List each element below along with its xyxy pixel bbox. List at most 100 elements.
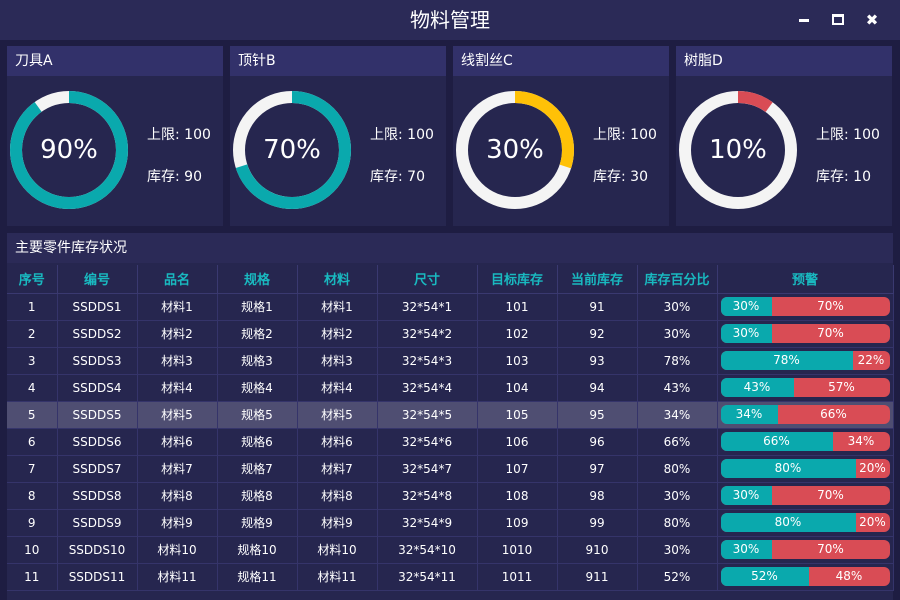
- ring-percent: 90%: [40, 135, 98, 165]
- column-header[interactable]: 材料: [297, 265, 378, 294]
- cell-name: 材料7: [137, 455, 218, 483]
- cell-current: 98: [557, 482, 638, 510]
- minimize-button[interactable]: [792, 8, 816, 32]
- column-header[interactable]: 预警: [717, 265, 894, 294]
- card-title: 顶针B: [230, 46, 446, 76]
- cell-target: 109: [477, 509, 558, 537]
- cell-material: 材料4: [297, 374, 378, 402]
- warning-bar: 52% 48%: [720, 567, 890, 586]
- column-header[interactable]: 当前库存: [557, 265, 638, 294]
- cell-current: 95: [557, 401, 638, 429]
- cell-name: 材料4: [137, 374, 218, 402]
- cell-no: 7: [7, 455, 58, 483]
- cell-warning: 80% 20%: [717, 509, 894, 537]
- ring-gauge: 30%: [453, 88, 577, 212]
- column-header[interactable]: 尺寸: [377, 265, 478, 294]
- limit-value: 上限: 100: [370, 127, 434, 143]
- cell-no: 2: [7, 320, 58, 348]
- cell-code: SSDDS6: [57, 428, 138, 456]
- table-row[interactable]: 3 SSDDS3 材料3 规格3 材料3 32*54*3 103 93 78% 78% 22%: [7, 347, 894, 375]
- cell-pct: 52%: [637, 563, 718, 591]
- table-row[interactable]: 10 SSDDS10 材料10 规格10 材料10 32*54*10 1010 910 30% 3…: [7, 536, 894, 564]
- stock-card-3: 线割丝C 30% 上限: 100 库存: 30: [453, 46, 669, 226]
- warning-bar: 30% 70%: [720, 297, 890, 316]
- table-header-row: 序号 编号 品名 规格 材料 尺寸 目标库存 当前库存 库存百分比 预警: [7, 265, 894, 294]
- cell-name: 材料8: [137, 482, 218, 510]
- cell-warning: 30% 70%: [717, 536, 894, 564]
- warning-stock-label: 52%: [751, 569, 778, 583]
- cell-current: 96: [557, 428, 638, 456]
- table-row[interactable]: 1 SSDDS1 材料1 规格1 材料1 32*54*1 101 91 30% 30% 70%: [7, 293, 894, 321]
- table-title: 主要零件库存状况: [7, 233, 893, 263]
- cell-no: 1: [7, 293, 58, 321]
- limit-value: 上限: 100: [816, 127, 880, 143]
- column-header[interactable]: 目标库存: [477, 265, 558, 294]
- table-row[interactable]: 6 SSDDS6 材料6 规格6 材料6 32*54*6 106 96 66% 66% 34%: [7, 428, 894, 456]
- warning-stock-label: 34%: [735, 407, 763, 421]
- stock-value: 库存: 10: [816, 169, 871, 185]
- warning-shortage-label: 70%: [817, 488, 844, 502]
- cell-no: 9: [7, 509, 58, 537]
- cell-current: 92: [557, 320, 638, 348]
- cell-target: 103: [477, 347, 558, 375]
- card-title: 线割丝C: [453, 46, 669, 76]
- warning-bar: 78% 22%: [720, 351, 890, 370]
- cell-warning: 52% 48%: [717, 563, 894, 591]
- warning-stock-label: 30%: [732, 542, 760, 556]
- warning-shortage-label: 70%: [817, 326, 844, 340]
- warning-shortage-label: 57%: [828, 380, 855, 394]
- column-header[interactable]: 品名: [137, 265, 218, 294]
- cell-material: 材料3: [297, 347, 378, 375]
- table-row[interactable]: 2 SSDDS2 材料2 规格2 材料2 32*54*2 102 92 30% 30% 70%: [7, 320, 894, 348]
- cell-material: 材料6: [297, 428, 378, 456]
- ring-gauge: 70%: [230, 88, 354, 212]
- cell-size: 32*54*2: [377, 320, 478, 348]
- column-header[interactable]: 规格: [217, 265, 298, 294]
- column-header[interactable]: 库存百分比: [637, 265, 718, 294]
- close-button[interactable]: ✖: [860, 8, 884, 32]
- cell-no: 8: [7, 482, 58, 510]
- cell-material: 材料10: [297, 536, 378, 564]
- cell-code: SSDDS11: [57, 563, 138, 591]
- warning-shortage-label: 20%: [859, 515, 886, 529]
- cell-size: 32*54*7: [377, 455, 478, 483]
- cell-spec: 规格10: [217, 536, 298, 564]
- cell-material: 材料9: [297, 509, 378, 537]
- cell-pct: 78%: [637, 347, 718, 375]
- warning-stock-label: 43%: [743, 380, 771, 394]
- cell-spec: 规格9: [217, 509, 298, 537]
- minimize-icon: [799, 19, 809, 22]
- cell-pct: 30%: [637, 536, 718, 564]
- cell-target: 105: [477, 401, 558, 429]
- warning-stock-label: 80%: [774, 515, 802, 529]
- table-row[interactable]: 4 SSDDS4 材料4 规格4 材料4 32*54*4 104 94 43% 43% 57%: [7, 374, 894, 402]
- cell-name: 材料2: [137, 320, 218, 348]
- cell-current: 93: [557, 347, 638, 375]
- cell-warning: 30% 70%: [717, 293, 894, 321]
- table-row[interactable]: 11 SSDDS11 材料11 规格11 材料11 32*54*11 1011 911 52% 5…: [7, 563, 894, 591]
- warning-shortage-label: 70%: [817, 299, 844, 313]
- table-row[interactable]: 7 SSDDS7 材料7 规格7 材料7 32*54*7 107 97 80% 80% 20%: [7, 455, 894, 483]
- cell-pct: 34%: [637, 401, 718, 429]
- column-header[interactable]: 编号: [57, 265, 138, 294]
- cell-material: 材料7: [297, 455, 378, 483]
- column-header[interactable]: 序号: [7, 265, 58, 294]
- cell-size: 32*54*4: [377, 374, 478, 402]
- card-title: 刀具A: [7, 46, 223, 76]
- cell-code: SSDDS7: [57, 455, 138, 483]
- cell-size: 32*54*11: [377, 563, 478, 591]
- cell-target: 106: [477, 428, 558, 456]
- parts-stock-panel: 主要零件库存状况 序号 编号 品名 规格 材料 尺寸 目标库存 当前库存 库存百分比 预警 1 SS…: [7, 233, 894, 600]
- table-row[interactable]: 5 SSDDS5 材料5 规格5 材料5 32*54*5 105 95 34% 34% 66%: [7, 401, 894, 429]
- table-row[interactable]: 9 SSDDS9 材料9 规格9 材料9 32*54*9 109 99 80% 80% 20%: [7, 509, 894, 537]
- cell-current: 94: [557, 374, 638, 402]
- cell-warning: 66% 34%: [717, 428, 894, 456]
- cell-no: 5: [7, 401, 58, 429]
- cell-no: 6: [7, 428, 58, 456]
- warning-shortage-label: 66%: [820, 407, 847, 421]
- table-row[interactable]: 8 SSDDS8 材料8 规格8 材料8 32*54*8 108 98 30% 30% 70%: [7, 482, 894, 510]
- warning-stock-label: 78%: [773, 353, 800, 367]
- cell-code: SSDDS4: [57, 374, 138, 402]
- maximize-button[interactable]: [826, 8, 850, 32]
- cell-code: SSDDS2: [57, 320, 138, 348]
